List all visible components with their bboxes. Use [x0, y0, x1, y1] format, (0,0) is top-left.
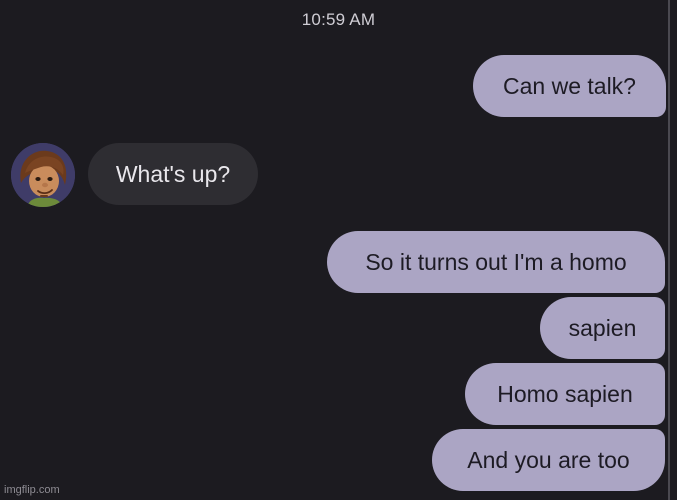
watermark: imgflip.com [4, 484, 60, 496]
scrollbar[interactable] [668, 0, 670, 500]
contact-avatar[interactable] [11, 143, 75, 207]
sent-message-bubble[interactable]: And you are too [432, 429, 665, 491]
sent-message-bubble[interactable]: So it turns out I'm a homo [327, 231, 665, 293]
sent-message-bubble[interactable]: Can we talk? [473, 55, 666, 117]
sent-message-bubble[interactable]: Homo sapien [465, 363, 665, 425]
message-timestamp: 10:59 AM [301, 10, 376, 29]
sent-message-bubble[interactable]: sapien [540, 297, 665, 359]
received-message-bubble[interactable]: What's up? [88, 143, 258, 205]
cartoon-character-avatar-icon [11, 143, 75, 207]
